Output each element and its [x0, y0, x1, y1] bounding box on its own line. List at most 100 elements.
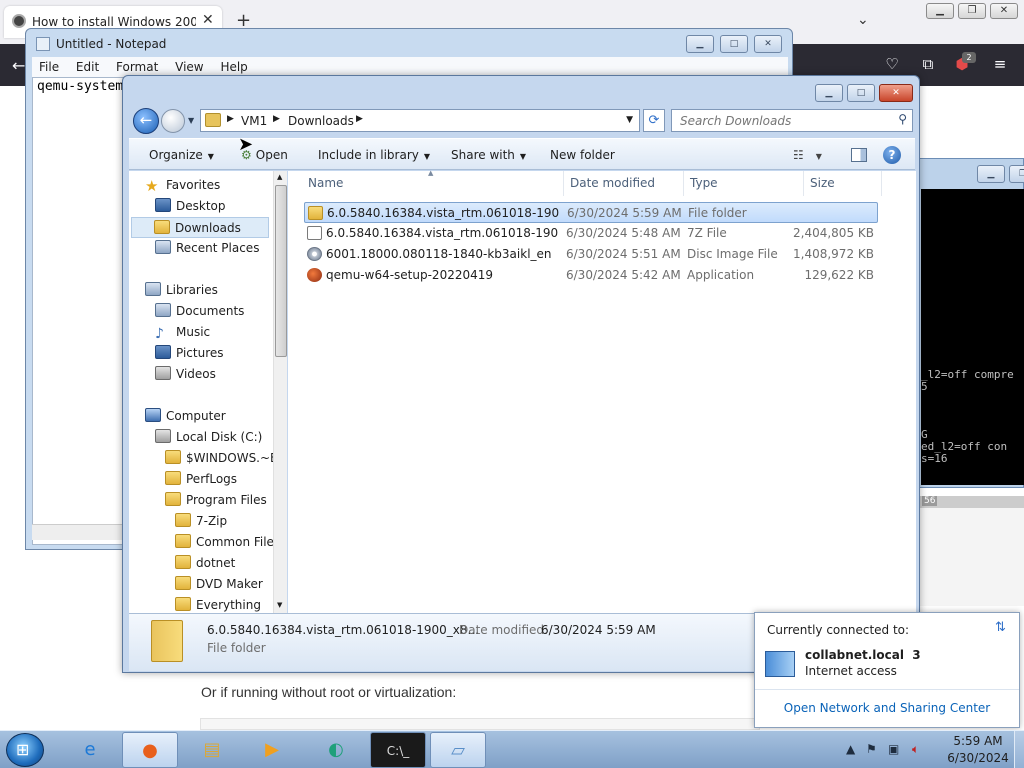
file-row[interactable]: 6.0.5840.16384.vista_rtm.061018-1900_x86…	[304, 223, 878, 244]
start-button[interactable]: ⊞	[6, 733, 44, 767]
nav-program-files[interactable]: Program Files	[163, 490, 267, 511]
search-box[interactable]: ⚲	[671, 109, 913, 132]
nav-label: Music	[176, 325, 211, 339]
notepad-taskbar-icon[interactable]: ▱	[430, 732, 486, 768]
cmd-restore-button[interactable]: ❐	[1009, 165, 1024, 183]
column-date-label: Date modified	[570, 176, 656, 190]
explorer-window[interactable]: ▁ □ ✕ ← ▼ ▶ VM1 ▶ Downloads ▶ ▼ ⟳ ⚲ Orga…	[122, 75, 920, 673]
cmd-window[interactable]: ▁ ❐ _l2=off compre 5 G ed_l2=off con s=1…	[916, 158, 1024, 488]
application-icon	[307, 268, 322, 282]
file-explorer-icon[interactable]: ▤	[184, 732, 240, 768]
recent-pages-chevron-icon[interactable]: ▼	[188, 116, 194, 125]
column-type[interactable]: Type	[684, 171, 804, 196]
nav-favorites[interactable]: ★ Favorites	[143, 175, 220, 196]
nav-libraries[interactable]: Libraries	[143, 280, 218, 301]
share-with-button[interactable]: Share with ▼	[451, 148, 526, 162]
pocket-icon[interactable]: ♡	[882, 54, 902, 74]
organize-button[interactable]: Organize ▼	[149, 148, 214, 162]
address-arrow-icon[interactable]: ▶	[273, 114, 280, 124]
menu-help[interactable]: Help	[220, 60, 247, 74]
internet-explorer-icon[interactable]: e	[62, 732, 118, 768]
command-prompt-icon[interactable]: C:\_	[370, 732, 426, 768]
back-button[interactable]: ←	[133, 108, 159, 134]
explorer-maximize-button[interactable]: □	[847, 84, 875, 102]
menu-format[interactable]: Format	[116, 60, 158, 74]
nav-scroll-thumb[interactable]	[275, 185, 287, 357]
search-icon[interactable]: ⚲	[898, 112, 907, 126]
file-row[interactable]: 6001.18000.080118-1840-kb3aikl_en 6/30/2…	[304, 244, 878, 265]
nav-pictures[interactable]: Pictures	[153, 343, 224, 364]
firefox-icon[interactable]: ●	[122, 732, 178, 768]
browser-minimize-button[interactable]: ▁	[926, 3, 954, 19]
views-button[interactable]: ☷ ▼	[793, 148, 822, 162]
nav-everything[interactable]: Everything	[173, 595, 261, 613]
explorer-close-button[interactable]: ✕	[879, 84, 913, 102]
browser-restore-button[interactable]: ❐	[958, 3, 986, 19]
nav-recent-places[interactable]: Recent Places	[153, 238, 259, 259]
nav-common-files[interactable]: Common File	[173, 532, 274, 553]
breadcrumb-vm1[interactable]: VM1	[241, 114, 267, 128]
notepad-close-button[interactable]: ✕	[754, 35, 782, 53]
browser-menu-icon[interactable]: ≡	[990, 54, 1010, 74]
tray-expand-icon[interactable]: ▲	[846, 742, 855, 756]
nav-dvd-maker[interactable]: DVD Maker	[173, 574, 263, 595]
network-tray-icon[interactable]: ▣	[888, 742, 899, 756]
nav-videos[interactable]: Videos	[153, 364, 216, 385]
nav-computer[interactable]: Computer	[143, 406, 226, 427]
media-player-icon[interactable]: ▶	[244, 732, 300, 768]
column-date-modified[interactable]: Date modified	[564, 171, 684, 196]
browser-close-button[interactable]: ✕	[990, 3, 1018, 19]
notepad-menubar: File Edit Format View Help	[32, 57, 788, 77]
videos-icon	[155, 366, 171, 380]
cmd-minimize-button[interactable]: ▁	[977, 165, 1005, 183]
forward-button[interactable]	[161, 109, 185, 133]
file-row[interactable]: 6.0.5840.16384.vista_rtm.061018-1900_x86…	[304, 202, 878, 223]
app-icon[interactable]: ◐	[308, 732, 364, 768]
address-bar[interactable]: ▶ VM1 ▶ Downloads ▶ ▼	[200, 109, 640, 132]
tab-close-icon[interactable]: ✕	[202, 12, 214, 28]
nav-local-disk[interactable]: Local Disk (C:)	[153, 427, 262, 448]
column-size[interactable]: Size	[804, 171, 882, 196]
network-sharing-center-link[interactable]: Open Network and Sharing Center	[755, 701, 1019, 715]
nav-documents[interactable]: Documents	[153, 301, 244, 322]
file-name: 6.0.5840.16384.vista_rtm.061018-1900_x86…	[326, 226, 558, 240]
nav-music[interactable]: ♪ Music	[153, 322, 210, 343]
clock-time[interactable]: 5:59 AM	[950, 734, 1006, 748]
menu-edit[interactable]: Edit	[76, 60, 99, 74]
nav-windows-bt[interactable]: $WINDOWS.~B	[163, 448, 278, 469]
explorer-minimize-button[interactable]: ▁	[815, 84, 843, 102]
menu-view[interactable]: View	[175, 60, 203, 74]
nav-dotnet[interactable]: dotnet	[173, 553, 235, 574]
preview-pane-icon[interactable]	[851, 148, 867, 162]
action-center-flag-icon[interactable]: ⚑	[866, 742, 877, 756]
address-arrow-icon[interactable]: ▶	[227, 114, 234, 124]
nav-scrollbar[interactable]: ▲ ▼	[273, 171, 287, 613]
file-row[interactable]: qemu-w64-setup-20220419 6/30/2024 5:42 A…	[304, 265, 878, 286]
nav-downloads[interactable]: Downloads	[131, 217, 269, 238]
refresh-button[interactable]: ⟳	[643, 109, 665, 132]
tab-list-chevron-icon[interactable]: ⌄	[857, 12, 869, 28]
network-refresh-icon[interactable]: ⇅	[995, 620, 1006, 635]
extensions-icon[interactable]: ⧉	[918, 54, 938, 74]
help-icon[interactable]: ?	[883, 146, 901, 164]
new-folder-button[interactable]: New folder	[550, 148, 615, 162]
notepad-maximize-button[interactable]: □	[720, 35, 748, 53]
show-desktop-button[interactable]	[1014, 731, 1024, 768]
file-type: Application	[687, 268, 755, 282]
volume-muted-icon[interactable]: 🔈︎	[912, 742, 919, 757]
side-label-text: 56	[922, 496, 938, 506]
notepad-minimize-button[interactable]: ▁	[686, 35, 714, 53]
nav-7zip[interactable]: 7-Zip	[173, 511, 227, 532]
scroll-down-icon[interactable]: ▼	[277, 601, 282, 609]
address-arrow-icon[interactable]: ▶	[356, 114, 363, 124]
search-input[interactable]	[672, 110, 882, 131]
menu-file[interactable]: File	[39, 60, 59, 74]
browser-back-icon[interactable]: ←	[12, 56, 25, 75]
breadcrumb-downloads[interactable]: Downloads	[288, 114, 354, 128]
nav-perflogs[interactable]: PerfLogs	[163, 469, 237, 490]
include-in-library-button[interactable]: Include in library ▼	[318, 148, 430, 162]
clock-date[interactable]: 6/30/2024	[944, 751, 1012, 765]
scroll-up-icon[interactable]: ▲	[277, 173, 282, 181]
nav-desktop[interactable]: Desktop	[153, 196, 226, 217]
address-dropdown-icon[interactable]: ▼	[626, 115, 633, 125]
